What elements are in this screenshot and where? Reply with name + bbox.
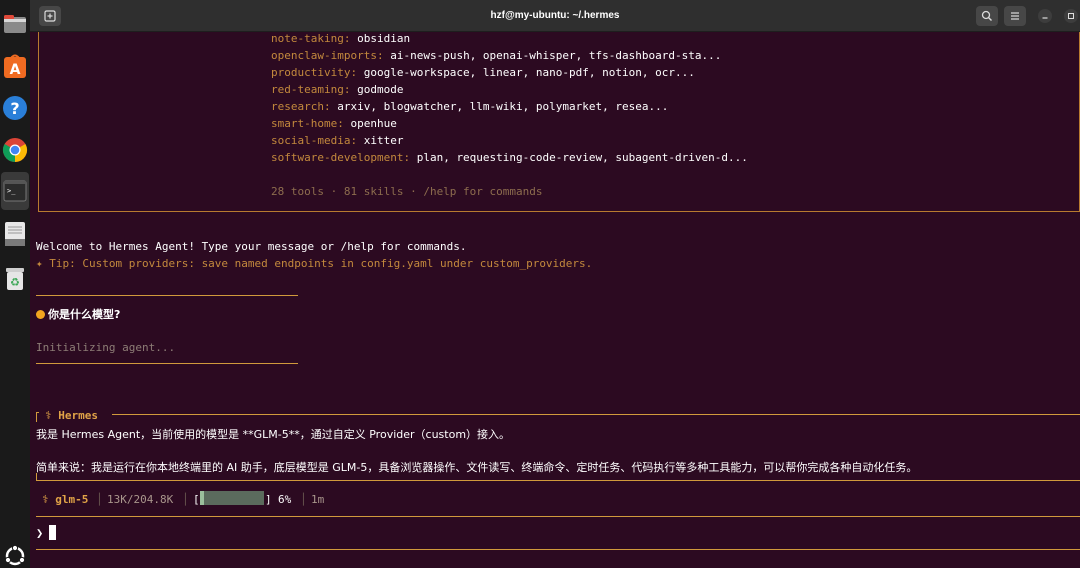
minimize-button[interactable] (1038, 9, 1052, 23)
terminal-icon[interactable]: >_ (1, 172, 29, 210)
search-button[interactable] (976, 6, 998, 26)
maximize-button[interactable] (1064, 9, 1078, 23)
hamburger-menu-icon (1011, 12, 1019, 20)
initializing-status: Initializing agent... (36, 341, 176, 354)
response-header: ⚕ Hermes (45, 409, 98, 422)
category-value: godmode (357, 83, 404, 96)
category-label: social-media: (271, 134, 358, 147)
minimize-icon (1042, 17, 1048, 19)
menu-button[interactable] (1004, 6, 1026, 26)
context-usage-bar (200, 491, 264, 505)
user-dot-icon (36, 310, 45, 319)
category-value: arxiv, blogwatcher, llm-wiki, polymarket… (337, 100, 669, 113)
files-icon[interactable] (0, 6, 30, 42)
response-bottom-border (36, 473, 1080, 481)
banner-row: social-media: xitter (271, 134, 403, 147)
svg-text:♻: ♻ (10, 276, 20, 289)
usage-bracket-close: ] (265, 493, 272, 506)
banner-row: software-development: plan, requesting-c… (271, 151, 748, 164)
window-title: hzf@my-ubuntu: ~/.hermes (490, 10, 620, 21)
context-usage-fill (200, 491, 204, 505)
usage-percent: 6% (278, 493, 292, 506)
status-tokens: 13K/204.8K (107, 493, 174, 506)
skills-banner: note-taking: obsidian openclaw-imports: … (38, 32, 1080, 212)
category-label: research: (271, 100, 331, 113)
category-value: google-workspace, linear, nano-pdf, noti… (363, 66, 695, 79)
category-label: software-development: (271, 151, 411, 164)
category-value: openhue (350, 117, 397, 130)
svg-text:>_: >_ (7, 187, 16, 195)
welcome-line: Welcome to Hermes Agent! Type your messa… (36, 240, 467, 253)
svg-text:?: ? (10, 99, 19, 118)
banner-row: red-teaming: godmode (271, 83, 403, 96)
svg-text:A: A (10, 62, 21, 78)
user-message: 你是什么模型? (36, 306, 120, 322)
user-message-text: 你是什么模型? (48, 308, 121, 321)
new-tab-button[interactable] (39, 6, 61, 26)
divider (112, 414, 1080, 415)
banner-row: research: arxiv, blogwatcher, llm-wiki, … (271, 100, 668, 113)
category-value: ai-news-push, openai-whisper, tfs-dashbo… (390, 49, 722, 62)
input-cursor[interactable] (49, 525, 56, 540)
status-elapsed: 1m (311, 493, 325, 506)
banner-row: openclaw-imports: ai-news-push, openai-w… (271, 49, 721, 62)
status-separator: │ (96, 493, 103, 506)
title-bar: hzf@my-ubuntu: ~/.hermes (30, 0, 1080, 32)
banner-summary: 28 tools · 81 skills · /help for command… (271, 185, 543, 198)
terminal-content[interactable]: note-taking: obsidian openclaw-imports: … (30, 32, 1080, 568)
response-line-1: 我是 Hermes Agent，当前使用的模型是 **GLM-5**，通过自定义… (36, 428, 511, 441)
status-separator: │ (300, 493, 307, 506)
dock: A ? >_ ♻ (0, 0, 30, 568)
tip-line: ✦ Tip: Custom providers: save named endp… (36, 257, 593, 270)
category-label: red-teaming: (271, 83, 351, 96)
category-label: productivity: (271, 66, 358, 79)
banner-row: note-taking: obsidian (271, 32, 410, 45)
search-icon (981, 10, 992, 21)
category-label: openclaw-imports: (271, 49, 384, 62)
divider (36, 516, 1080, 517)
ubuntu-logo-icon[interactable] (0, 538, 30, 568)
prompt-symbol: ❯ (36, 526, 44, 540)
usage-bracket-open: [ (193, 493, 200, 506)
category-value: obsidian (357, 32, 411, 45)
response-corner (36, 412, 39, 422)
divider (36, 295, 298, 296)
category-value: plan, requesting-code-review, subagent-d… (416, 151, 748, 164)
status-model: ⚕ glm-5 (42, 493, 89, 506)
category-label: smart-home: (271, 117, 344, 130)
app-center-icon[interactable]: A (0, 48, 30, 84)
category-label: note-taking: (271, 32, 351, 45)
banner-row: productivity: google-workspace, linear, … (271, 66, 695, 79)
divider (36, 549, 1080, 550)
status-separator: │ (182, 493, 189, 506)
help-icon[interactable]: ? (0, 90, 30, 126)
banner-row: smart-home: openhue (271, 117, 397, 130)
divider (36, 363, 298, 364)
text-editor-icon[interactable] (0, 216, 30, 252)
new-tab-icon (44, 10, 56, 22)
maximize-icon (1068, 13, 1074, 19)
category-value: xitter (363, 134, 404, 147)
trash-icon[interactable]: ♻ (0, 260, 30, 296)
chrome-icon[interactable] (0, 132, 30, 168)
